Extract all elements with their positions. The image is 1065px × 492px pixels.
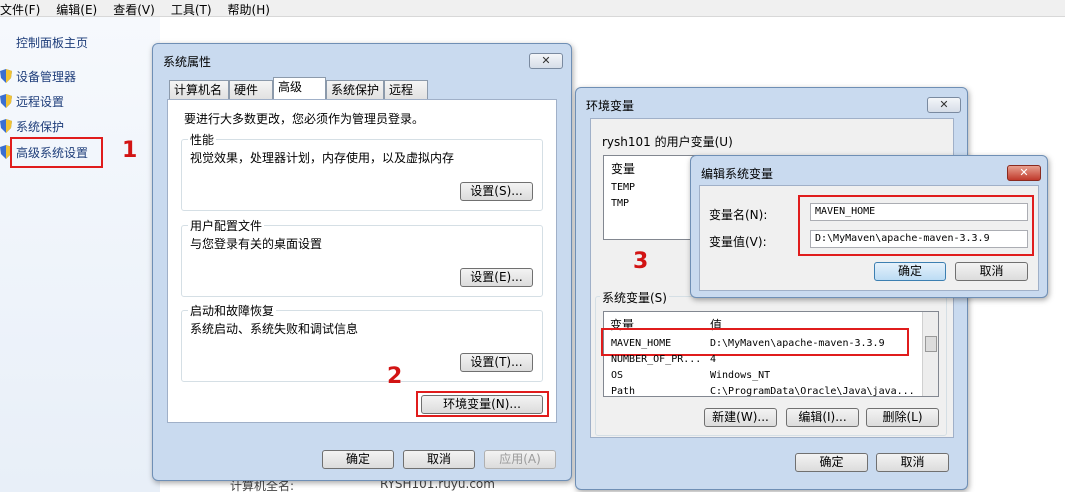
editvar-ok-button[interactable]: 确定	[874, 262, 946, 281]
envvars-cancel-button[interactable]: 取消	[876, 453, 949, 472]
sidebar-item-label: 设备管理器	[16, 69, 77, 84]
user-var-row[interactable]: TEMP	[611, 182, 635, 193]
step-marker-3: 3	[633, 249, 649, 274]
close-icon[interactable]: ✕	[927, 97, 961, 113]
scrollbar-thumb[interactable]	[925, 336, 937, 352]
control-panel-home-link[interactable]: 控制面板主页	[16, 34, 88, 51]
group-startup-recovery-title: 启动和故障恢复	[188, 302, 277, 319]
step-marker-2: 2	[387, 364, 403, 389]
system-var-value[interactable]: C:\ProgramData\Oracle\Java\java...	[710, 386, 915, 396]
menu-file[interactable]: 文件(F)	[0, 0, 48, 17]
group-performance-desc: 视觉效果，处理器计划，内存使用，以及虚拟内存	[190, 151, 455, 165]
window-title: 系统属性	[163, 55, 212, 69]
menu-edit[interactable]: 编辑(E)	[56, 0, 105, 17]
system-var-name[interactable]: Path	[611, 386, 635, 396]
tab-remote[interactable]: 远程	[384, 80, 428, 99]
control-panel-sidebar	[0, 17, 160, 492]
group-startup-recovery-desc: 系统启动、系统失败和调试信息	[190, 322, 359, 336]
sidebar-item-system-protection[interactable]: 系统保护	[0, 115, 64, 137]
highlight-box-env-button	[416, 391, 549, 417]
sysprops-cancel-button[interactable]: 取消	[403, 450, 475, 469]
user-vars-header: 变量	[611, 162, 636, 176]
system-variables-label: 系统变量(S)	[600, 289, 669, 306]
group-performance-title: 性能	[188, 131, 217, 148]
sysprops-ok-button[interactable]: 确定	[322, 450, 394, 469]
menu-tools[interactable]: 工具(T)	[171, 0, 220, 17]
tab-advanced[interactable]: 高级	[273, 77, 326, 100]
system-var-name[interactable]: NUMBER_OF_PR...	[611, 354, 701, 365]
delete-variable-button[interactable]: 删除(L)	[866, 408, 939, 427]
variable-value-label: 变量值(V):	[709, 235, 767, 249]
scrollbar[interactable]	[922, 312, 938, 396]
admin-note: 要进行大多数更改，您必须作为管理员登录。	[184, 112, 425, 126]
tab-hardware[interactable]: 硬件	[229, 80, 273, 99]
edit-variable-button[interactable]: 编辑(I)...	[786, 408, 859, 427]
close-icon[interactable]: ✕	[1007, 165, 1041, 181]
window-title: 环境变量	[586, 99, 635, 113]
sidebar-item-remote-settings[interactable]: 远程设置	[0, 90, 64, 112]
menu-help[interactable]: 帮助(H)	[228, 0, 278, 17]
close-icon[interactable]: ✕	[529, 53, 563, 69]
shield-icon	[0, 119, 12, 133]
user-var-row[interactable]: TMP	[611, 198, 629, 209]
variable-name-label: 变量名(N):	[709, 208, 768, 222]
startup-recovery-settings-button[interactable]: 设置(T)...	[460, 353, 533, 372]
highlight-box-edit-fields	[798, 195, 1034, 256]
highlight-box-maven-row	[601, 328, 909, 356]
new-variable-button[interactable]: 新建(W)...	[704, 408, 777, 427]
performance-settings-button[interactable]: 设置(S)...	[460, 182, 533, 201]
envvars-ok-button[interactable]: 确定	[795, 453, 868, 472]
step-marker-1: 1	[122, 138, 138, 163]
menu-view[interactable]: 查看(V)	[113, 0, 163, 17]
system-var-name[interactable]: OS	[611, 370, 623, 381]
sysprops-apply-button[interactable]: 应用(A)	[484, 450, 556, 469]
tab-computer-name[interactable]: 计算机名	[169, 80, 229, 99]
user-profiles-settings-button[interactable]: 设置(E)...	[460, 268, 533, 287]
system-var-value[interactable]: 4	[710, 354, 716, 365]
system-var-value[interactable]: Windows_NT	[710, 370, 770, 381]
group-user-profiles-desc: 与您登录有关的桌面设置	[190, 237, 323, 251]
shield-icon	[0, 69, 12, 83]
window-title: 编辑系统变量	[701, 167, 774, 181]
highlight-box-advanced-settings	[10, 137, 103, 168]
menu-bar: 文件(F) 编辑(E) 查看(V) 工具(T) 帮助(H)	[0, 0, 1065, 17]
sidebar-item-label: 远程设置	[16, 94, 65, 109]
tab-system-protection[interactable]: 系统保护	[326, 80, 384, 99]
shield-icon	[0, 94, 12, 108]
group-user-profiles-title: 用户配置文件	[188, 217, 265, 234]
sidebar-item-device-manager[interactable]: 设备管理器	[0, 65, 76, 87]
sidebar-item-label: 系统保护	[16, 119, 65, 134]
editvar-cancel-button[interactable]: 取消	[955, 262, 1028, 281]
user-variables-label: rysh101 的用户变量(U)	[602, 135, 733, 149]
